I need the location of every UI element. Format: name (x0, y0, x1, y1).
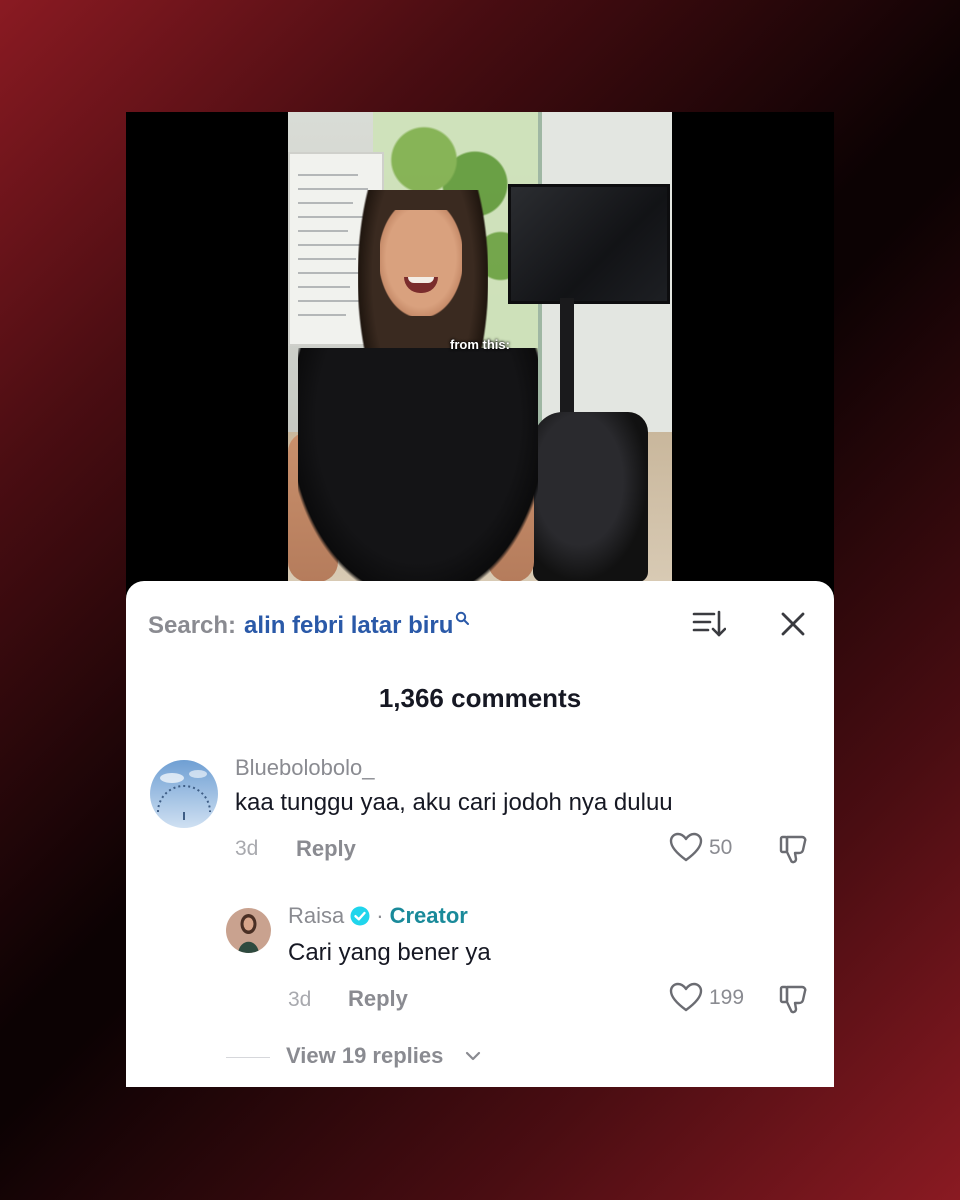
video-caption: from this: (450, 337, 510, 352)
comment-time: 3d (235, 837, 259, 860)
reply-button[interactable]: Reply (348, 986, 408, 1012)
person-face (380, 210, 462, 316)
like-count: 199 (709, 986, 745, 1009)
reply-text: Cari yang bener ya (288, 939, 491, 966)
sort-icon[interactable] (692, 609, 726, 639)
dislike-icon[interactable] (778, 983, 810, 1015)
creator-header: Raisa · Creator (288, 903, 468, 929)
comments-panel: Search: alin febri latar biru 1,366 comm… (126, 581, 834, 1087)
creator-username[interactable]: Raisa (288, 903, 344, 929)
heart-icon (669, 832, 703, 862)
heart-icon (669, 982, 703, 1012)
reply-button[interactable]: Reply (296, 836, 356, 862)
verified-badge-icon (350, 906, 370, 926)
view-replies-button[interactable]: View 19 replies (286, 1043, 443, 1069)
post-frame: from this: Search: alin febri latar biru… (126, 112, 834, 1087)
search-icon (456, 611, 470, 625)
comments-count: 1,366 comments (378, 683, 582, 713)
search-query-link[interactable]: alin febri latar biru (244, 612, 453, 640)
avatar[interactable] (150, 760, 218, 828)
chevron-down-icon[interactable] (464, 1047, 482, 1065)
view-replies-divider (226, 1057, 270, 1058)
creator-badge: Creator (389, 903, 468, 928)
video-player[interactable]: from this: (288, 112, 672, 582)
dislike-icon[interactable] (778, 833, 810, 865)
reply-time: 3d (288, 988, 312, 1011)
like-count: 50 (709, 836, 733, 859)
tv-stand (560, 298, 574, 418)
creator-photo-icon (226, 908, 271, 953)
creator-avatar[interactable] (226, 908, 271, 953)
comment-username[interactable]: Bluebolobolo_ (235, 755, 374, 781)
search-suggestion[interactable]: Search: alin febri latar biru (148, 611, 470, 641)
like-button[interactable]: 50 (669, 832, 732, 864)
background-chair (533, 412, 648, 582)
person-body (298, 348, 538, 582)
ferris-wheel-icon (150, 760, 218, 828)
like-button[interactable]: 199 (669, 982, 744, 1014)
search-prefix: Search: (148, 612, 237, 639)
close-icon[interactable] (778, 609, 808, 639)
separator-dot: · (376, 903, 384, 928)
background-tv (508, 184, 670, 304)
comment-text: kaa tunggu yaa, aku cari jodoh nya duluu (235, 789, 673, 816)
